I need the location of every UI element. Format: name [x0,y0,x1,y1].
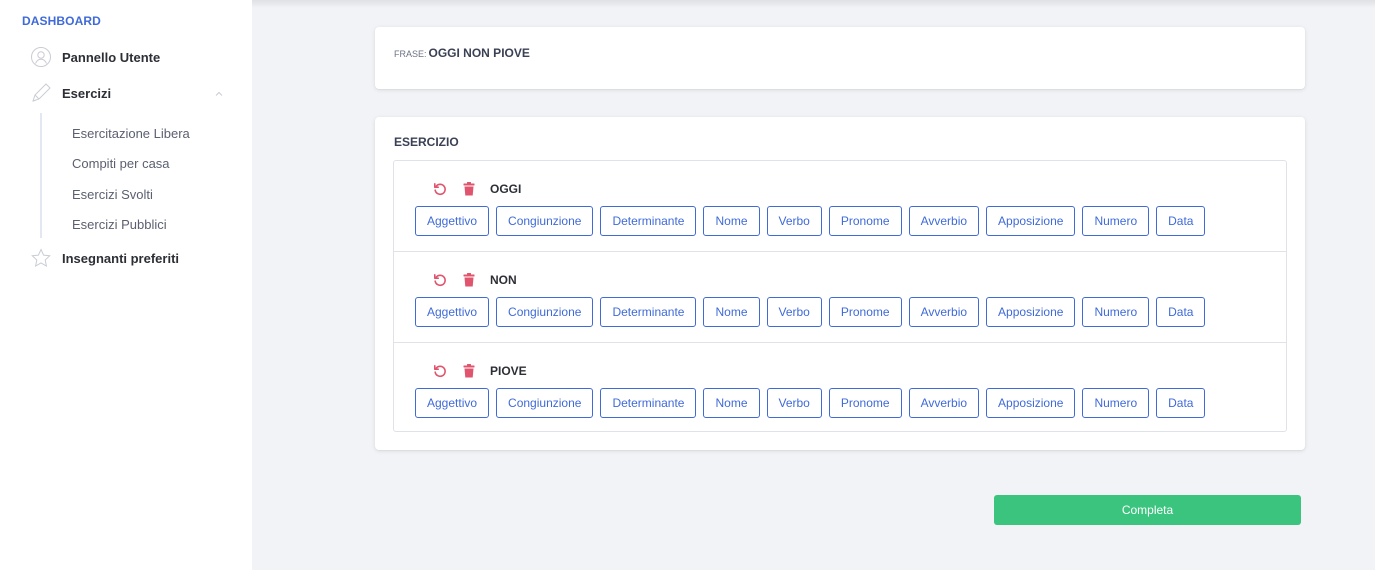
pos-button-determinante[interactable]: Determinante [600,297,697,327]
undo-icon[interactable] [432,181,448,197]
pos-button-group: Aggettivo Congiunzione Determinante Nome Ver… [415,297,1212,327]
pos-button-data[interactable]: Data [1156,388,1206,418]
sidebar-subitem-compiti-per-casa[interactable]: Compiti per casa [72,156,170,171]
pos-button-numero[interactable]: Numero [1082,206,1150,236]
word-row-header: OGGI [432,181,521,197]
sidebar-item-insegnanti-preferiti[interactable]: Insegnanti preferiti [30,246,230,270]
sidebar-item-label: Pannello Utente [62,49,161,65]
sidebar-subitem-esercizi-svolti[interactable]: Esercizi Svolti [72,187,153,202]
pos-button-pronome[interactable]: Pronome [828,206,902,236]
complete-button[interactable]: Completa [994,495,1301,525]
word-row-header: NON [432,272,517,288]
word-label: OGGI [490,182,522,196]
pos-button-congiunzione[interactable]: Congiunzione [496,297,594,327]
pos-button-nome[interactable]: Nome [703,297,760,327]
pos-button-congiunzione[interactable]: Congiunzione [496,206,594,236]
sidebar-heading: DASHBOARD [22,14,101,28]
word-list: OGGI Aggettivo Congiunzione Determinante Nom… [393,160,1287,432]
pos-button-nome[interactable]: Nome [703,206,760,236]
word-row: NON Aggettivo Congiunzione Determinante Nome… [394,251,1286,341]
sidebar-subitem-esercitazione-libera[interactable]: Esercitazione Libera [72,126,190,141]
frase-text: OGGI NON PIOVE [428,46,530,60]
frase-label: FRASE: [394,49,427,59]
undo-icon[interactable] [432,363,448,379]
pos-button-group: Aggettivo Congiunzione Determinante Nome Ver… [415,388,1212,418]
pos-button-avverbio[interactable]: Avverbio [908,206,980,236]
star-icon [30,247,52,269]
pos-button-avverbio[interactable]: Avverbio [908,297,980,327]
pos-button-aggettivo[interactable]: Aggettivo [415,388,490,418]
word-label: PIOVE [490,364,527,378]
pos-button-nome[interactable]: Nome [703,388,760,418]
pos-button-verbo[interactable]: Verbo [766,206,822,236]
undo-icon[interactable] [432,272,448,288]
sidebar-subitem-esercizi-pubblici[interactable]: Esercizi Pubblici [72,217,167,232]
pos-button-determinante[interactable]: Determinante [600,206,697,236]
sidebar-submenu: Esercitazione Libera Compiti per casa Es… [40,113,230,238]
sidebar-item-label: Insegnanti preferiti [62,250,180,266]
header-shadow [252,0,1375,8]
sidebar-item-esercizi[interactable]: Esercizi [30,81,230,105]
sidebar-item-label: Esercizi [62,85,112,101]
pos-button-aggettivo[interactable]: Aggettivo [415,206,490,236]
pos-button-numero[interactable]: Numero [1082,297,1150,327]
word-row-header: PIOVE [432,363,527,379]
pos-button-numero[interactable]: Numero [1082,388,1150,418]
esercizio-card: ESERCIZIO OGGI Aggettivo Congiunzione Deter… [375,117,1305,450]
pencil-icon [30,82,52,104]
pos-button-pronome[interactable]: Pronome [828,388,902,418]
frase-line: FRASE: OGGI NON PIOVE [394,46,530,60]
pos-button-data[interactable]: Data [1156,206,1206,236]
pos-button-apposizione[interactable]: Apposizione [986,388,1076,418]
pos-button-data[interactable]: Data [1156,297,1206,327]
pos-button-avverbio[interactable]: Avverbio [908,388,980,418]
sidebar: DASHBOARD Pannello Utente Esercizi Eserc… [0,0,252,570]
word-row: PIOVE Aggettivo Congiunzione Determinante No… [394,342,1286,432]
pos-button-verbo[interactable]: Verbo [766,297,822,327]
sidebar-item-pannello-utente[interactable]: Pannello Utente [30,45,230,69]
pos-button-determinante[interactable]: Determinante [600,388,697,418]
pos-button-apposizione[interactable]: Apposizione [986,297,1076,327]
pos-button-aggettivo[interactable]: Aggettivo [415,297,490,327]
trash-icon[interactable] [461,181,477,197]
trash-icon[interactable] [461,363,477,379]
trash-icon[interactable] [461,272,477,288]
word-label: NON [490,273,517,287]
frase-card: FRASE: OGGI NON PIOVE [375,27,1305,89]
user-icon [30,46,52,68]
chevron-up-icon[interactable] [214,86,224,104]
pos-button-congiunzione[interactable]: Congiunzione [496,388,594,418]
pos-button-verbo[interactable]: Verbo [766,388,822,418]
esercizio-title: ESERCIZIO [394,135,459,149]
word-row: OGGI Aggettivo Congiunzione Determinante Nom… [394,161,1286,251]
pos-button-apposizione[interactable]: Apposizione [986,206,1076,236]
pos-button-group: Aggettivo Congiunzione Determinante Nome Ver… [415,206,1212,236]
pos-button-pronome[interactable]: Pronome [828,297,902,327]
